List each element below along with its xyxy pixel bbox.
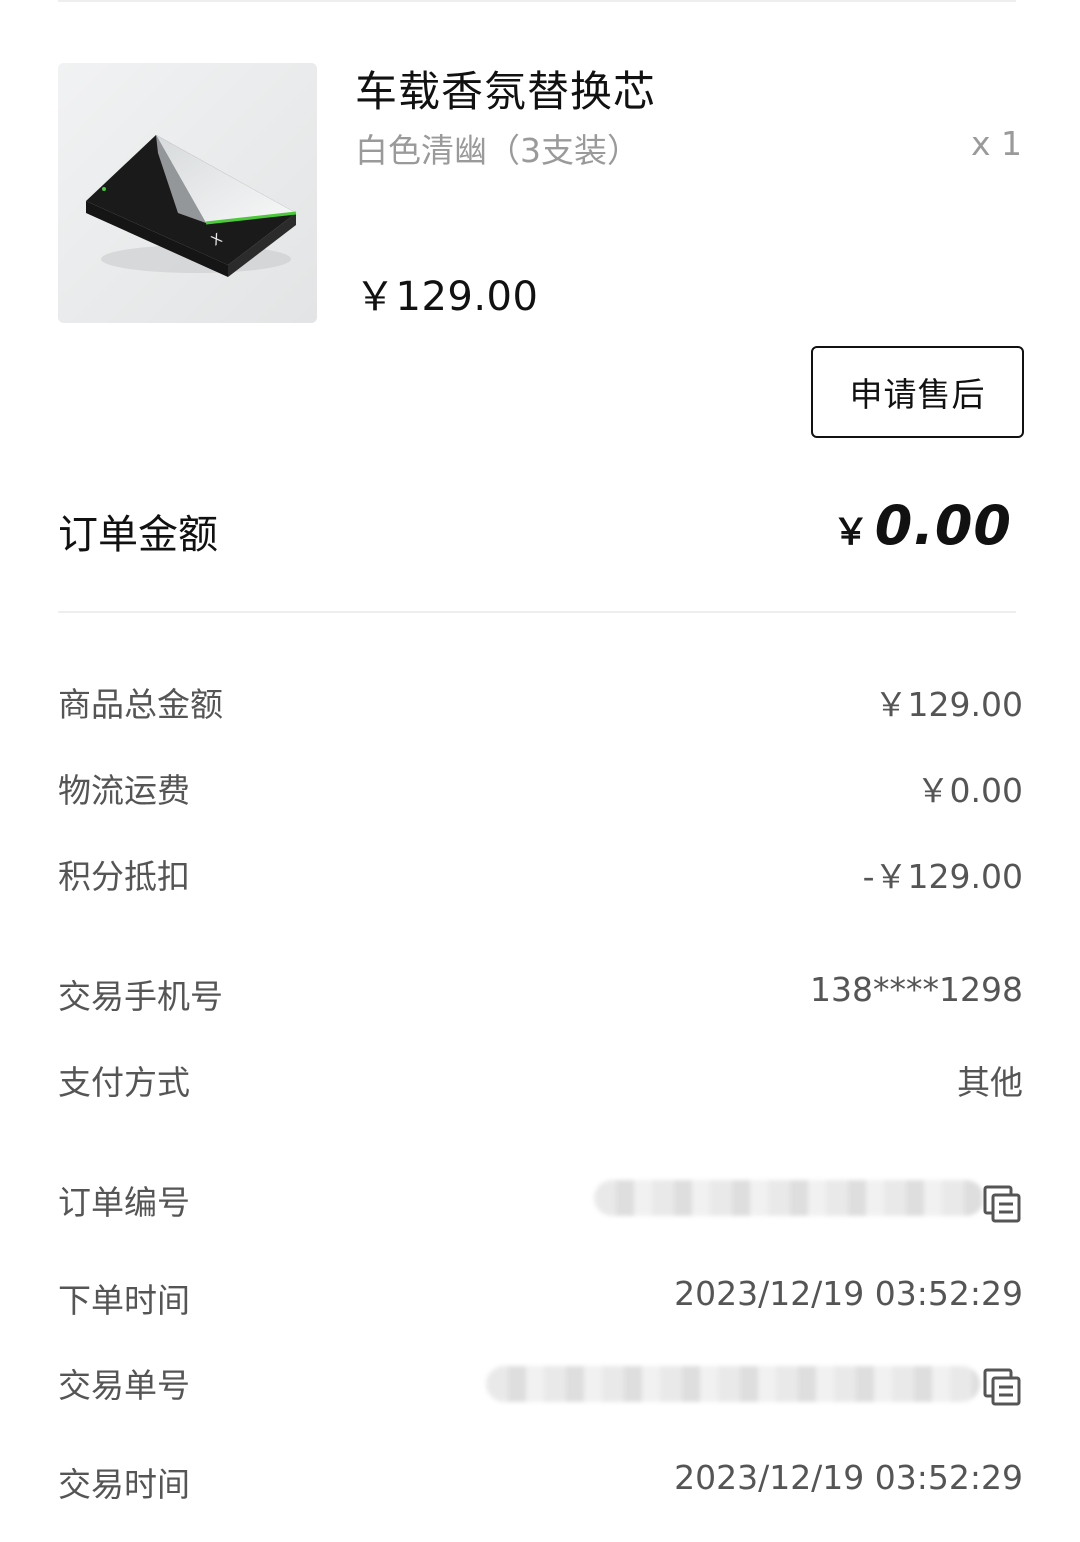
- shipping-fee-label: 物流运费: [58, 771, 190, 810]
- order-total-currency: ￥: [832, 512, 869, 553]
- goods-total-value: ￥129.00: [874, 685, 1023, 724]
- shipping-fee-value: ￥0.00: [916, 771, 1023, 810]
- trade-phone-value: 138****1298: [810, 970, 1023, 1009]
- order-total-amount: 0.00: [874, 494, 1012, 557]
- order-time-label: 下单时间: [58, 1281, 190, 1320]
- payment-method-value: 其他: [957, 1063, 1023, 1102]
- product-price: ￥129.00: [355, 274, 539, 320]
- product-quantity: x 1: [970, 124, 1022, 163]
- points-deduction-value: -￥129.00: [862, 857, 1023, 896]
- order-number-label: 订单编号: [58, 1183, 190, 1222]
- copy-icon[interactable]: [982, 1367, 1022, 1407]
- section-divider: [58, 611, 1016, 613]
- trade-time-label: 交易时间: [58, 1465, 190, 1504]
- trade-number-label: 交易单号: [58, 1366, 190, 1405]
- product-image[interactable]: X: [58, 63, 317, 323]
- points-deduction-label: 积分抵扣: [58, 857, 190, 896]
- trade-number-value-redacted: [486, 1366, 980, 1402]
- order-time-value: 2023/12/19 03:52:29: [674, 1274, 1023, 1313]
- apply-aftersale-button[interactable]: 申请售后: [811, 346, 1024, 438]
- top-divider: [58, 0, 1016, 2]
- product-title[interactable]: 车载香氛替换芯: [355, 58, 656, 119]
- product-box-image: X: [58, 63, 317, 323]
- order-detail-page: X 车载香氛替换芯 白色清幽（3支装） x 1 ￥129.00 申请售后 订单金…: [0, 0, 1080, 1542]
- order-total-label: 订单金额: [58, 512, 218, 558]
- copy-icon[interactable]: [982, 1184, 1022, 1224]
- payment-method-label: 支付方式: [58, 1063, 190, 1102]
- trade-time-value: 2023/12/19 03:52:29: [674, 1458, 1023, 1497]
- order-number-value-redacted: [594, 1180, 984, 1216]
- goods-total-label: 商品总金额: [58, 685, 223, 724]
- trade-phone-label: 交易手机号: [58, 977, 223, 1016]
- product-variant: 白色清幽（3支装）: [355, 131, 640, 170]
- order-total-value: ￥ 0.00: [833, 494, 1012, 557]
